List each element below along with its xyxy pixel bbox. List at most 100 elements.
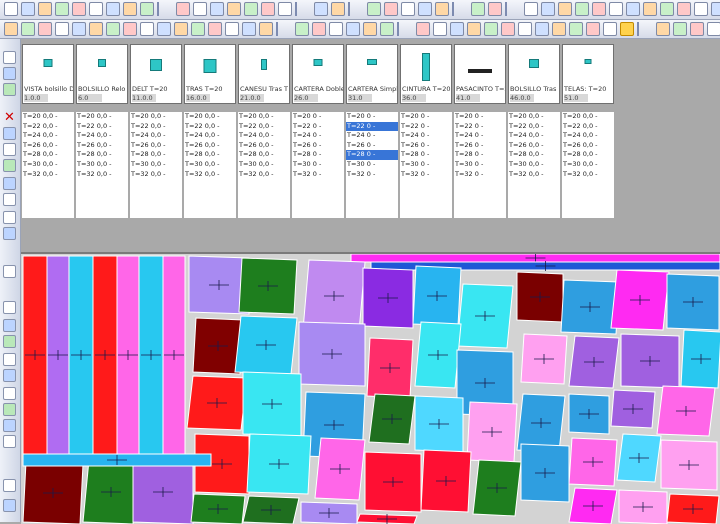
size-entry[interactable]: T=24 0,0 -	[238, 131, 290, 141]
new-file-icon[interactable]	[592, 2, 606, 16]
size-entry[interactable]: T=30 0,0 -	[184, 160, 236, 170]
rotate-icon[interactable]	[3, 301, 16, 314]
piece-card[interactable]: CINTURA T=20 36.0	[400, 44, 452, 104]
settings-icon[interactable]	[261, 2, 275, 16]
pointer-icon[interactable]	[4, 2, 18, 16]
size-entry[interactable]: T=20 0,0 -	[508, 112, 560, 122]
piece-icon[interactable]	[295, 22, 309, 36]
zoom-in-icon[interactable]	[3, 67, 16, 80]
save-as-icon[interactable]	[72, 2, 86, 16]
size-entry[interactable]: T=20 0 -	[400, 112, 452, 122]
view-icon[interactable]	[3, 51, 16, 64]
size-entry[interactable]: T=30 0,0 -	[22, 160, 74, 170]
save-as-icon[interactable]	[501, 22, 515, 36]
size-entry[interactable]: T=32 0,0 -	[22, 170, 74, 180]
undo-icon[interactable]	[711, 2, 720, 16]
open-folder-icon[interactable]	[609, 2, 623, 16]
info-icon[interactable]	[707, 22, 720, 36]
save-icon[interactable]	[55, 2, 69, 16]
refresh-icon[interactable]	[656, 22, 670, 36]
pointer-icon[interactable]	[433, 22, 447, 36]
flip-icon[interactable]	[3, 319, 16, 332]
export-icon[interactable]	[552, 22, 566, 36]
measure-icon[interactable]	[3, 369, 16, 382]
refresh-icon[interactable]	[123, 22, 137, 36]
size-entry[interactable]: T=30 0,0 -	[562, 160, 614, 170]
piece-card[interactable]: VISTA bolsillo D 1.0.0	[22, 44, 74, 104]
redo-icon[interactable]	[586, 22, 600, 36]
paste-icon[interactable]	[106, 22, 120, 36]
settings-icon[interactable]	[157, 22, 171, 36]
print-preview-icon[interactable]	[535, 22, 549, 36]
size-entry[interactable]: T=20 0,0 -	[22, 112, 74, 122]
info-icon[interactable]	[278, 2, 292, 16]
zoom-out-icon[interactable]	[3, 83, 16, 96]
undo-icon[interactable]	[569, 22, 583, 36]
move-icon[interactable]	[3, 335, 16, 348]
piece-quantity[interactable]: 21.0.0	[240, 94, 264, 102]
copy-icon[interactable]	[603, 22, 617, 36]
paste-icon[interactable]	[620, 22, 634, 36]
recycle-icon[interactable]	[314, 2, 328, 16]
size-entry[interactable]: T=28 0,0 -	[562, 150, 614, 160]
piece-icon[interactable]	[418, 2, 432, 16]
network-icon[interactable]	[541, 2, 555, 16]
copy-icon[interactable]	[89, 22, 103, 36]
size-entry[interactable]: T=26 0 -	[292, 141, 344, 151]
place-icon[interactable]	[3, 227, 16, 240]
piece-card[interactable]: BOLSILLO Tras 46.0.0	[508, 44, 560, 104]
export-icon[interactable]	[3, 479, 16, 492]
cut-icon[interactable]	[3, 211, 16, 224]
new-file-icon[interactable]	[21, 2, 35, 16]
piece-quantity[interactable]: 1.0.0	[24, 94, 48, 102]
size-entry[interactable]: T=26 0,0 -	[562, 141, 614, 151]
redo-icon[interactable]	[72, 22, 86, 36]
marker-layout[interactable]	[21, 252, 720, 524]
new-file-icon[interactable]	[450, 22, 464, 36]
size-entry[interactable]: T=22 0,0 -	[76, 122, 128, 132]
zoom-icon[interactable]	[259, 22, 273, 36]
piece-quantity[interactable]: 51.0	[564, 94, 588, 102]
piece-card[interactable]: CARTERA Simpl 31.0	[346, 44, 398, 104]
size-entry[interactable]: T=26 0 -	[346, 141, 398, 151]
size-entry[interactable]: T=28 0 -	[346, 150, 398, 160]
measure-icon[interactable]	[225, 22, 239, 36]
size-entry[interactable]: T=26 0,0 -	[76, 141, 128, 151]
size-entry[interactable]: T=22 0 -	[346, 121, 398, 132]
delete-icon[interactable]: ✕	[3, 111, 16, 124]
piece-quantity[interactable]: 31.0	[348, 94, 372, 102]
pen-icon[interactable]	[3, 435, 16, 448]
size-entry[interactable]: T=20 0,0 -	[238, 112, 290, 122]
undo-icon[interactable]	[140, 2, 154, 16]
pointer-icon[interactable]	[575, 2, 589, 16]
markers-icon[interactable]	[208, 22, 222, 36]
size-entry[interactable]: T=28 0 -	[454, 150, 506, 160]
print-preview-icon[interactable]	[677, 2, 691, 16]
size-entry[interactable]: T=30 0 -	[400, 160, 452, 170]
grid-icon[interactable]	[244, 2, 258, 16]
size-entry[interactable]: T=28 0,0 -	[508, 150, 560, 160]
paint-icon[interactable]	[3, 419, 16, 432]
print-preview-icon[interactable]	[106, 2, 120, 16]
refresh-icon[interactable]	[3, 159, 16, 172]
size-entry[interactable]: T=24 0,0 -	[22, 131, 74, 141]
size-entry[interactable]: T=30 0 -	[454, 160, 506, 170]
size-entry[interactable]: T=28 0,0 -	[184, 150, 236, 160]
size-entry[interactable]: T=32 0 -	[400, 170, 452, 180]
text-icon[interactable]	[384, 2, 398, 16]
marker-canvas[interactable]	[21, 254, 720, 524]
piece-card[interactable]: PASACINTO T=2 41.0	[454, 44, 506, 104]
export-icon[interactable]	[694, 2, 708, 16]
network-icon[interactable]	[380, 22, 394, 36]
size-entry[interactable]: T=22 0,0 -	[562, 122, 614, 132]
window-icon[interactable]	[346, 22, 360, 36]
tile-icon[interactable]	[524, 2, 538, 16]
size-entry[interactable]: T=26 0,0 -	[22, 141, 74, 151]
print-icon[interactable]	[660, 2, 674, 16]
size-entry[interactable]: T=32 0,0 -	[238, 170, 290, 180]
info-icon[interactable]	[3, 193, 16, 206]
save-icon[interactable]	[484, 22, 498, 36]
size-entry[interactable]: T=22 0 -	[400, 122, 452, 132]
size-entry[interactable]: T=22 0,0 -	[238, 122, 290, 132]
markers-icon[interactable]	[331, 2, 345, 16]
